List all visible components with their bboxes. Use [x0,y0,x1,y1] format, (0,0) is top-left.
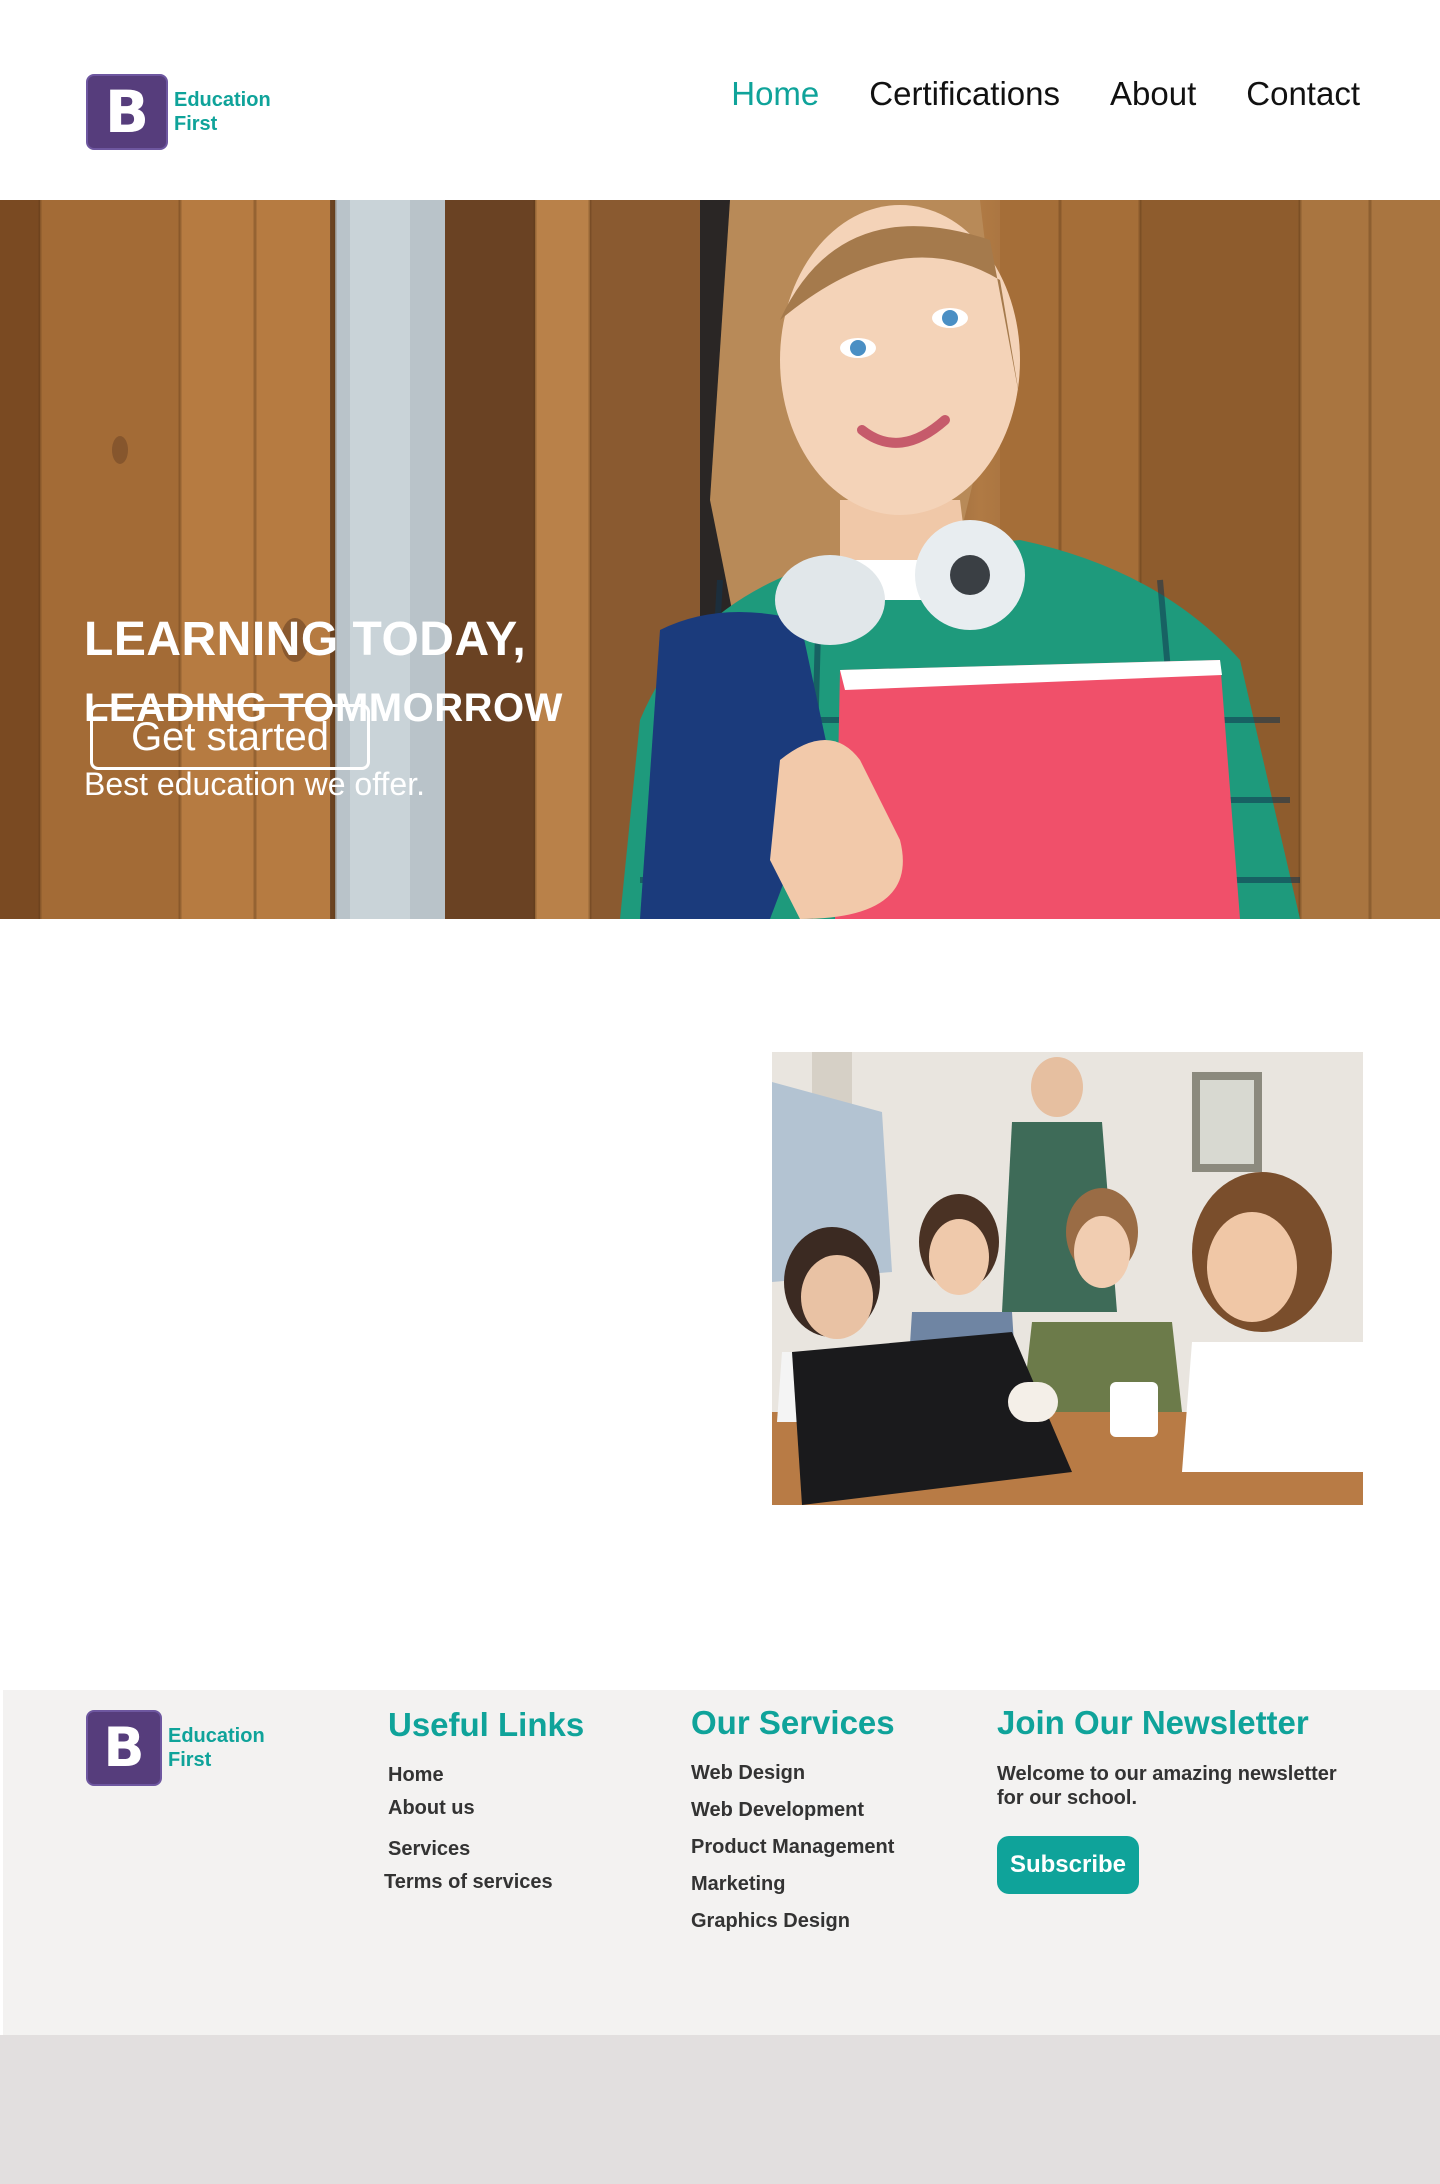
subscribe-button[interactable]: Subscribe [997,1836,1139,1894]
get-started-button[interactable]: Get started [90,704,370,770]
our-services-heading: Our Services [691,1704,895,1741]
brand-logo[interactable]: B Education First [86,74,271,150]
newsletter-text: Welcome to our amazing newsletter for ou… [997,1763,1337,1809]
main-nav: Home Certifications About Contact [731,74,1360,114]
hero-banner: LEARNING TODAY, LEADING TOMMORROW Best e… [0,200,1440,919]
footer-link-services[interactable]: Services [388,1838,584,1861]
student-photo [620,200,1300,919]
footer-logo-text-line2: First [168,1749,212,1771]
logo-text-line1: Education [174,89,271,111]
service-graphics-design[interactable]: Graphics Design [691,1910,895,1933]
nav-home[interactable]: Home [731,74,819,114]
footer-logo-mark: B [86,1710,162,1786]
service-web-design[interactable]: Web Design [691,1762,895,1785]
logo-mark: B [86,74,168,150]
bottom-band [0,2035,1440,2184]
nav-about[interactable]: About [1110,74,1196,114]
newsletter-heading: Join Our Newsletter [997,1704,1309,1741]
useful-links-column: Useful Links Home About us Services Term… [384,1706,585,1904]
students-photo-illustration [772,1052,1363,1505]
our-services-column: Our Services Web Design Web Development … [691,1704,895,1947]
students-photo [772,1052,1363,1505]
nav-certifications[interactable]: Certifications [869,74,1060,114]
hero-title-line1: LEARNING TODAY, [84,613,527,666]
footer-logo-text-line1: Education [168,1725,265,1747]
service-marketing[interactable]: Marketing [691,1873,895,1896]
footer-link-home[interactable]: Home [388,1764,584,1787]
footer-link-about-us[interactable]: About us [388,1797,584,1820]
logo-text-line2: First [174,113,218,135]
footer-logo-text: Education First [168,1724,265,1772]
service-web-development[interactable]: Web Development [691,1799,895,1822]
newsletter-column: Join Our Newsletter Welcome to our amazi… [997,1704,1367,1894]
footer-logo[interactable]: B Education First [86,1710,265,1786]
nav-contact[interactable]: Contact [1246,74,1360,114]
footer-link-terms[interactable]: Terms of services [384,1871,584,1894]
site-header: B Education First Home Certifications Ab… [0,0,1440,200]
site-footer: B Education First Useful Links Home Abou… [3,1690,1440,2035]
service-product-management[interactable]: Product Management [691,1836,895,1859]
logo-text: Education First [174,88,271,136]
useful-links-heading: Useful Links [388,1706,585,1743]
hero-subtitle: Best education we offer. [84,766,425,802]
